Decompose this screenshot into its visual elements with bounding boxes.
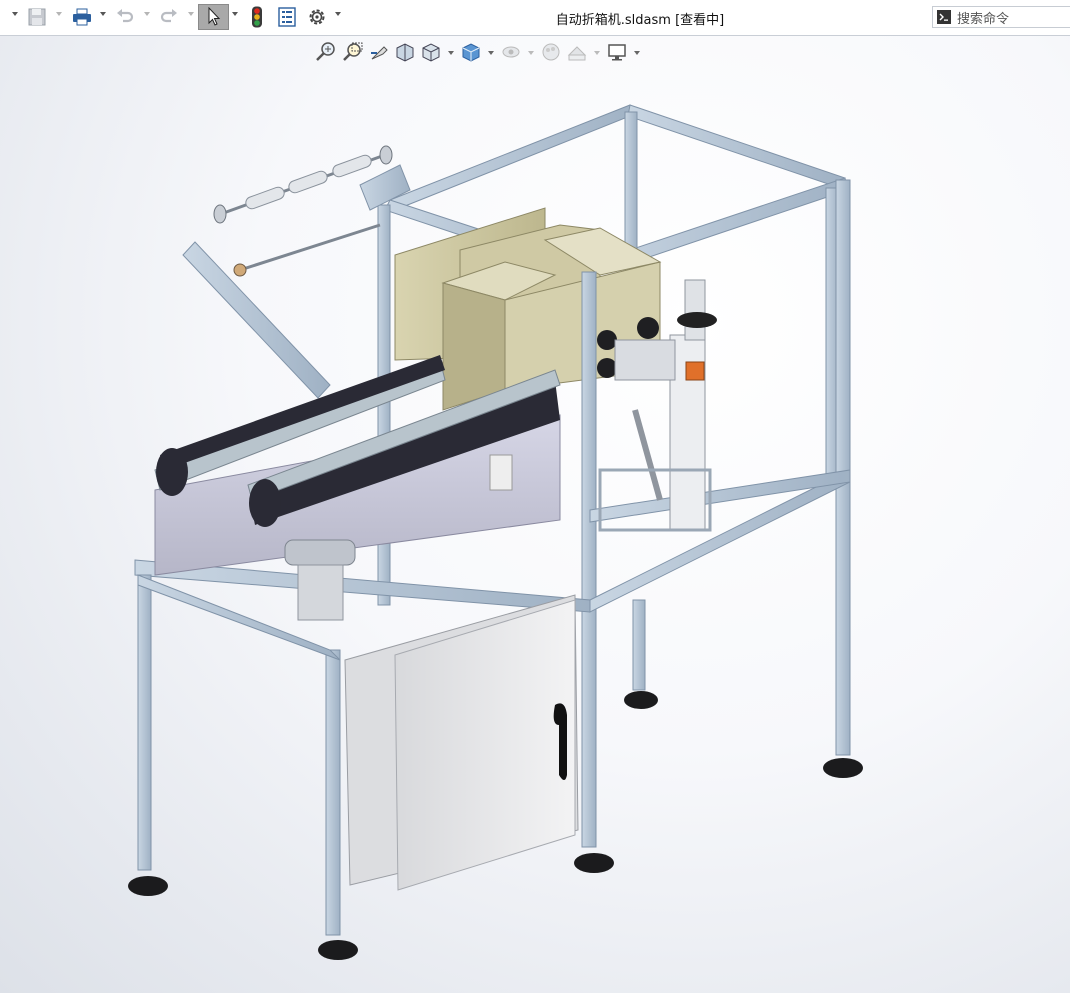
menu-dropdown-caret[interactable]	[12, 12, 18, 16]
view-settings-icon[interactable]	[606, 41, 628, 63]
save-dropdown-caret[interactable]	[56, 12, 62, 16]
graphics-viewport[interactable]	[0, 36, 1070, 993]
rebuild-traffic-light-icon[interactable]	[247, 4, 267, 30]
select-cursor-icon[interactable]	[198, 4, 229, 30]
assembly-model-3d[interactable]	[0, 36, 1070, 993]
command-prompt-icon	[937, 10, 951, 24]
previous-view-icon[interactable]	[368, 41, 390, 63]
search-commands-placeholder: 搜索命令	[957, 11, 1010, 27]
edit-appearance-icon[interactable]	[540, 41, 562, 63]
options-dropdown-caret[interactable]	[335, 12, 341, 16]
view-settings-caret[interactable]	[634, 51, 640, 55]
print-icon[interactable]	[70, 4, 94, 30]
section-view-icon[interactable]	[394, 41, 416, 63]
apply-scene-caret[interactable]	[594, 51, 600, 55]
options-gear-icon[interactable]	[306, 4, 328, 30]
display-style-caret[interactable]	[488, 51, 494, 55]
display-style-icon[interactable]	[460, 41, 482, 63]
select-dropdown-caret[interactable]	[232, 12, 238, 16]
zoom-to-fit-icon[interactable]	[315, 41, 337, 63]
roller-shaft-assembly	[213, 145, 393, 277]
document-title: 自动折箱机.sldasm [查看中]	[555, 13, 725, 28]
heads-up-view-toolbar	[0, 36, 1070, 68]
title-bar: 自动折箱机.sldasm [查看中] 搜索命令	[0, 0, 1070, 36]
redo-dropdown-caret[interactable]	[188, 12, 194, 16]
electrical-cabinet	[344, 594, 579, 891]
search-commands-box[interactable]: 搜索命令	[932, 6, 1070, 28]
zoom-to-area-icon[interactable]	[342, 41, 364, 63]
inclined-chute	[182, 164, 411, 399]
file-properties-icon[interactable]	[276, 4, 298, 30]
view-orientation-icon[interactable]	[420, 41, 442, 63]
hide-show-caret[interactable]	[528, 51, 534, 55]
print-dropdown-caret[interactable]	[100, 12, 106, 16]
save-icon[interactable]	[26, 4, 48, 30]
view-orientation-caret[interactable]	[448, 51, 454, 55]
undo-icon[interactable]	[114, 4, 136, 30]
redo-icon[interactable]	[158, 4, 180, 30]
hide-show-items-icon[interactable]	[500, 41, 522, 63]
apply-scene-icon[interactable]	[566, 41, 588, 63]
undo-dropdown-caret[interactable]	[144, 12, 150, 16]
